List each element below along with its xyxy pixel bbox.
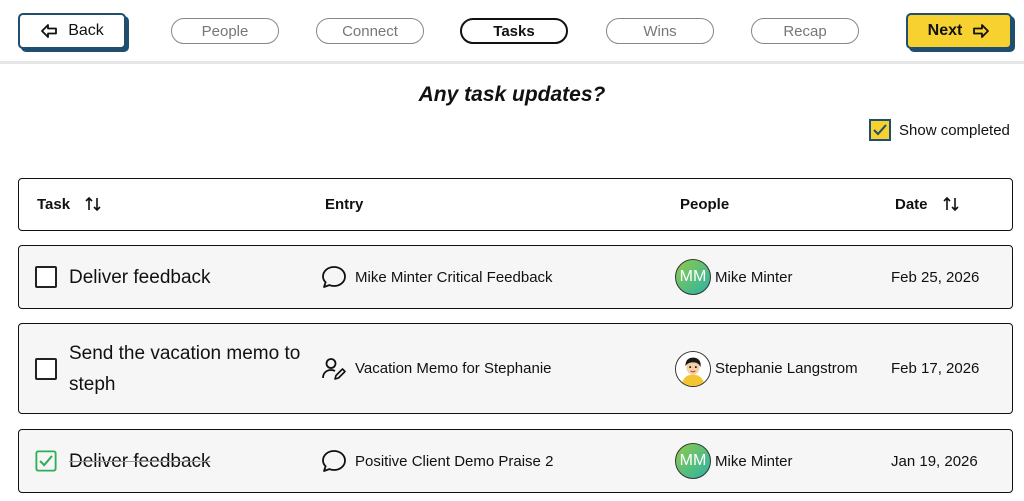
checkmark-icon bbox=[873, 124, 887, 136]
task-checkbox[interactable] bbox=[35, 357, 57, 380]
top-navigation: Back People Connect Tasks Wins Recap Nex… bbox=[0, 0, 1024, 64]
column-header-people: People bbox=[680, 195, 730, 213]
show-completed-label: Show completed bbox=[899, 121, 1010, 139]
page-title: Any task updates? bbox=[418, 83, 606, 106]
step-wins[interactable]: Wins bbox=[606, 18, 714, 44]
table-row: Send the vacation memo to steph Vacation… bbox=[18, 323, 1013, 414]
person-name[interactable]: Mike Minter bbox=[715, 453, 793, 470]
avatar: MM bbox=[675, 259, 711, 295]
avatar: MM bbox=[675, 443, 711, 479]
column-header-date: Date bbox=[895, 179, 960, 229]
table-row: Deliver feedback Mike Minter Critical Fe… bbox=[18, 245, 1013, 309]
task-date: Feb 25, 2026 bbox=[891, 268, 980, 286]
sort-date-icon[interactable] bbox=[942, 195, 960, 213]
show-completed-toggle[interactable]: Show completed bbox=[869, 119, 1010, 141]
avatar bbox=[675, 350, 711, 387]
entry-link[interactable]: Positive Client Demo Praise 2 bbox=[355, 453, 553, 470]
step-connect[interactable]: Connect bbox=[316, 18, 424, 44]
person-edit-icon bbox=[319, 354, 349, 384]
task-date: Feb 17, 2026 bbox=[891, 360, 980, 377]
speech-bubble-icon bbox=[319, 262, 349, 292]
person-name[interactable]: Mike Minter bbox=[715, 269, 793, 286]
entry-link[interactable]: Mike Minter Critical Feedback bbox=[355, 269, 553, 286]
sort-task-icon[interactable] bbox=[84, 195, 102, 213]
task-checkbox[interactable] bbox=[35, 266, 57, 288]
speech-bubble-icon bbox=[319, 446, 349, 476]
checkbox-checked-icon bbox=[35, 450, 57, 472]
task-date: Jan 19, 2026 bbox=[891, 452, 978, 470]
next-button[interactable]: Next bbox=[906, 13, 1012, 49]
show-completed-checkbox[interactable] bbox=[869, 119, 891, 141]
task-name: Deliver feedback bbox=[69, 450, 211, 472]
table-row: Deliver feedback Positive Client Demo Pr… bbox=[18, 429, 1013, 493]
person-photo-icon bbox=[676, 351, 710, 386]
table-header: Task Entry People Date bbox=[18, 178, 1013, 231]
back-button-label: Back bbox=[68, 22, 104, 39]
step-people[interactable]: People bbox=[171, 18, 279, 44]
task-name: Send the vacation memo to steph bbox=[69, 342, 301, 395]
step-tasks[interactable]: Tasks bbox=[460, 18, 568, 44]
column-header-entry: Entry bbox=[325, 195, 364, 213]
column-header-task: Task bbox=[37, 179, 102, 229]
arrow-right-icon bbox=[972, 23, 990, 39]
task-checkbox-checked[interactable] bbox=[35, 450, 57, 472]
step-recap[interactable]: Recap bbox=[751, 18, 859, 44]
back-button[interactable]: Back bbox=[18, 13, 126, 49]
arrow-left-icon bbox=[40, 23, 58, 39]
entry-link[interactable]: Vacation Memo for Stephanie bbox=[355, 360, 552, 377]
task-name: Deliver feedback bbox=[69, 266, 211, 288]
next-button-label: Next bbox=[927, 22, 963, 39]
person-name[interactable]: Stephanie Langstrom bbox=[715, 360, 858, 377]
